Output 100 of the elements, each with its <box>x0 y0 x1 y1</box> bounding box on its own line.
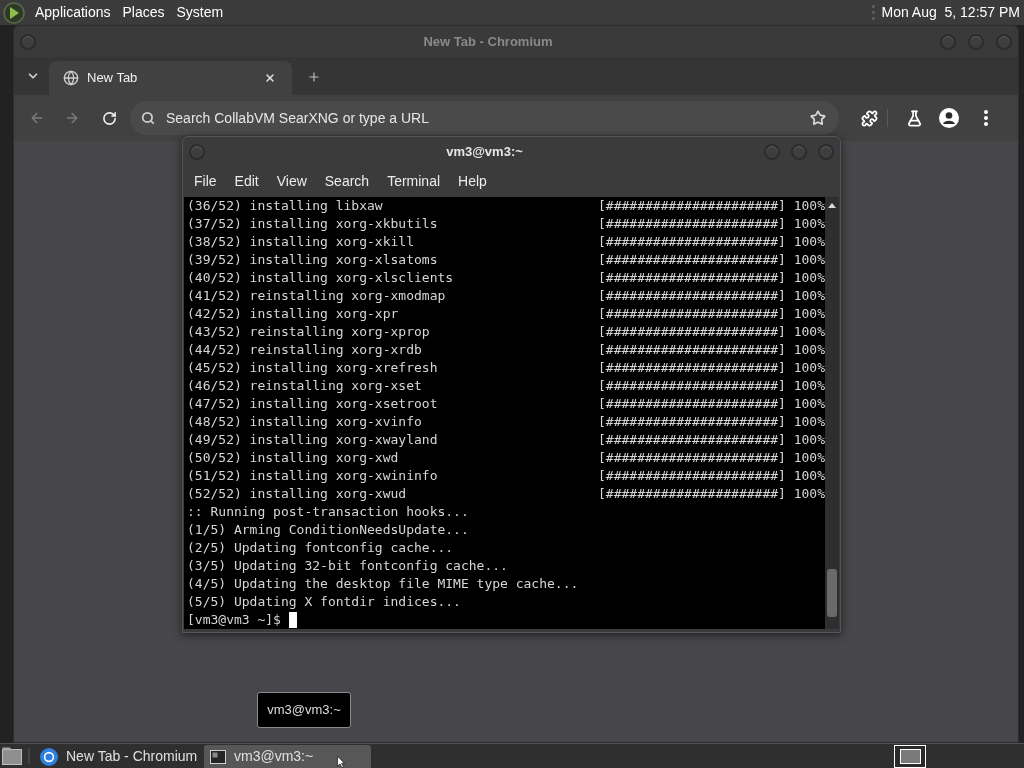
search-icon <box>141 111 155 125</box>
progress-bar-text: [######################] <box>598 395 786 413</box>
show-desktop-button[interactable] <box>2 746 22 766</box>
percent-text: 100% <box>793 341 825 359</box>
menu-icon <box>984 110 988 126</box>
progress-bar-text: [######################] <box>598 215 786 233</box>
terminal-line: (47/52) installing xorg-xsetroot <box>187 395 438 413</box>
progress-bar-text: [######################] <box>598 431 786 449</box>
progress-bar-text: [######################] <box>598 449 786 467</box>
terminal-line: (36/52) installing libxaw <box>187 197 383 215</box>
tooltip: vm3@vm3:~ <box>257 692 351 728</box>
progress-bar-text: [######################] <box>598 485 786 503</box>
terminal-line: (40/52) installing xorg-xlsclients <box>187 269 454 287</box>
percent-text: 100% <box>793 215 825 233</box>
window-title: New Tab - Chromium <box>423 32 553 51</box>
terminal-menu[interactable]: Edit <box>225 168 268 195</box>
terminal-line: (5/5) Updating X fontdir indices... <box>187 593 461 611</box>
terminal-line: (38/52) installing xorg-xkill <box>187 233 414 251</box>
menu-logo-icon[interactable] <box>3 1 25 24</box>
percent-text: 100% <box>793 287 825 305</box>
terminal-line: (4/5) Updating the desktop file MIME type cache... <box>187 575 579 593</box>
terminal-line: (49/52) installing xorg-xwayland <box>187 431 438 449</box>
terminal-line: (44/52) reinstalling xorg-xrdb <box>187 341 422 359</box>
progress-bar-text: [######################] <box>598 233 786 251</box>
reload-button[interactable] <box>100 109 118 127</box>
percent-text: 100% <box>793 485 825 503</box>
extensions-button[interactable] <box>859 108 879 128</box>
block-cursor-icon <box>288 612 297 628</box>
terminal-line: (42/52) installing xorg-xpr <box>187 305 399 323</box>
progress-bar-text: [######################] <box>598 467 786 485</box>
forward-arrow-icon <box>64 110 80 126</box>
percent-text: 100% <box>793 269 825 287</box>
panel-menu[interactable]: Places <box>116 0 171 25</box>
progress-bar-text: [######################] <box>598 269 786 287</box>
panel-menu[interactable]: System <box>170 0 230 25</box>
terminal-line: (48/52) installing xorg-xvinfo <box>187 413 422 431</box>
profile-button[interactable] <box>939 108 959 128</box>
progress-bar-text: [######################] <box>598 305 786 323</box>
percent-text: 100% <box>793 377 825 395</box>
progress-bar-text: [######################] <box>598 251 786 269</box>
terminal-line: (39/52) installing xorg-xlsatoms <box>187 251 438 269</box>
scrollbar-thumb[interactable] <box>827 569 837 617</box>
flask-icon <box>905 109 923 127</box>
profile-avatar-icon <box>939 108 959 128</box>
percent-text: 100% <box>793 449 825 467</box>
percent-text: 100% <box>793 413 825 431</box>
percent-text: 100% <box>793 323 825 341</box>
shell-prompt: [vm3@vm3 ~]$ <box>187 611 281 629</box>
percent-text: 100% <box>793 467 825 485</box>
progress-bar-text: [######################] <box>598 323 786 341</box>
terminal-line: (41/52) reinstalling xorg-xmodmap <box>187 287 446 305</box>
reload-icon <box>101 110 117 126</box>
percent-text: 100% <box>793 251 825 269</box>
progress-bar-text: [######################] <box>598 341 786 359</box>
terminal-menu[interactable]: Terminal <box>378 168 450 195</box>
close-icon <box>264 72 276 84</box>
percent-text: 100% <box>793 305 825 323</box>
plus-icon <box>307 70 321 84</box>
terminal-line: (46/52) reinstalling xorg-xset <box>187 377 422 395</box>
up-triangle-icon <box>828 202 836 208</box>
clock[interactable]: Mon Aug 5, 12:57 PM <box>881 2 1020 23</box>
percent-text: 100% <box>793 359 825 377</box>
terminal-line: (37/52) installing xorg-xkbutils <box>187 215 438 233</box>
terminal-line: (3/5) Updating 32-bit fontconfig cache... <box>187 557 508 575</box>
terminal-line: (50/52) installing xorg-xwd <box>187 449 399 467</box>
mouse-pointer-icon <box>335 756 347 768</box>
terminal-menu[interactable]: View <box>267 168 316 195</box>
globe-icon <box>63 70 79 86</box>
window-title: vm3@vm3:~ <box>446 142 523 161</box>
terminal-line: (51/52) installing xorg-xwininfo <box>187 467 438 485</box>
terminal-icon <box>210 749 226 764</box>
progress-bar-text: [######################] <box>598 197 786 215</box>
percent-text: 100% <box>793 197 825 215</box>
terminal-menu[interactable]: Help <box>449 168 496 195</box>
panel-menu[interactable]: Applications <box>29 0 117 25</box>
terminal-menu[interactable]: File <box>185 168 226 195</box>
terminal-line: (2/5) Updating fontconfig cache... <box>187 539 454 557</box>
workspace-switcher[interactable] <box>894 745 926 768</box>
bookmark-star-icon[interactable] <box>810 110 826 126</box>
workspace-thumbnail-icon <box>899 749 921 764</box>
taskbar-button[interactable]: vm3@vm3:~ <box>204 745 371 768</box>
percent-text: 100% <box>793 395 825 413</box>
progress-bar-text: [######################] <box>598 413 786 431</box>
folder-icon <box>2 747 22 765</box>
browser-logo-icon <box>40 747 58 766</box>
terminal-line: (52/52) installing xorg-xwud <box>187 485 407 503</box>
address-bar[interactable]: Search CollabVM SearXNG or type a URL <box>130 101 839 135</box>
progress-bar-text: [######################] <box>598 359 786 377</box>
progress-bar-text: [######################] <box>598 287 786 305</box>
terminal-line: (43/52) reinstalling xorg-xprop <box>187 323 430 341</box>
puzzle-icon <box>860 109 878 127</box>
terminal-menu[interactable]: Search <box>315 168 379 195</box>
progress-bar-text: [######################] <box>598 377 786 395</box>
terminal-line: (1/5) Arming ConditionNeedsUpdate... <box>187 521 469 539</box>
taskbar-button[interactable]: New Tab - Chromium <box>34 745 201 768</box>
terminal-line: (45/52) installing xorg-xrefresh <box>187 359 438 377</box>
browser-tab[interactable]: New Tab <box>49 61 292 95</box>
percent-text: 100% <box>793 431 825 449</box>
percent-text: 100% <box>793 233 825 251</box>
terminal-line: :: Running post-transaction hooks... <box>187 503 469 521</box>
